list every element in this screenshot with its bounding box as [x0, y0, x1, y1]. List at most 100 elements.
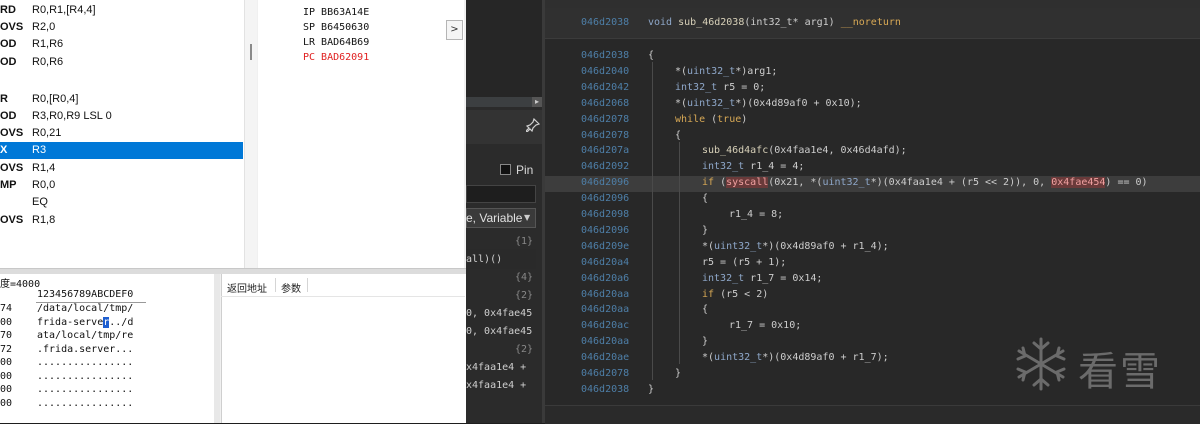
code-line[interactable]: r1_7 = 0x10;	[729, 318, 801, 334]
code-address[interactable]: 046d2078	[581, 366, 629, 382]
code-address[interactable]: 046d20aa	[581, 302, 629, 318]
code-address[interactable]: 046d2042	[581, 80, 629, 96]
code-address[interactable]: 046d2092	[581, 159, 629, 175]
watermark-text: 看雪	[1078, 349, 1162, 395]
register-name: PC	[303, 52, 316, 63]
code-line[interactable]: }	[675, 366, 681, 382]
code-address[interactable]: 046d2038	[581, 382, 629, 398]
memory-scrollbar[interactable]	[214, 274, 220, 423]
register-lr[interactable]: LR BAD64B69	[303, 37, 369, 48]
column-return-address[interactable]: 返回地址	[227, 280, 267, 295]
function-header-address[interactable]: 046d2038	[581, 15, 629, 31]
side-xref-count: {2}	[515, 344, 534, 355]
code-address[interactable]: 046d20a6	[581, 271, 629, 287]
syscall-highlight[interactable]: syscall	[726, 177, 769, 189]
register-pc[interactable]: PC BAD62091	[303, 52, 369, 63]
code-line[interactable]: int32_t r5 = 0;	[675, 80, 765, 96]
disasm-row[interactable]: RD R0,R1,[R4,4]	[0, 2, 243, 19]
code-address[interactable]: 046d2078	[581, 128, 629, 144]
code-address[interactable]: 046d20ae	[581, 350, 629, 366]
disasm-operands: R1,8	[32, 214, 56, 226]
filter-input[interactable]	[466, 185, 536, 203]
memory-ascii[interactable]: ................	[37, 357, 133, 368]
function-name[interactable]: sub_46d2038	[678, 17, 744, 28]
pin-icon[interactable]	[525, 117, 541, 134]
disasm-row[interactable]: OVS R1,4	[0, 160, 243, 177]
disasm-row[interactable]: R R0,[R0,4]	[0, 91, 243, 108]
memory-address: 72	[0, 343, 13, 355]
code-address[interactable]: 046d20aa	[581, 334, 629, 350]
code-line[interactable]: *(uint32_t*)(0x4d89af0 + r1_4);	[702, 239, 889, 255]
code-line[interactable]: int32_t r1_4 = 4;	[702, 159, 804, 175]
code-address[interactable]: 046d2098	[581, 207, 629, 223]
code-line[interactable]: sub_46d4afc(0x4faa1e4, 0x46d4afd);	[702, 143, 907, 159]
code-line[interactable]: r1_4 = 8;	[729, 207, 783, 223]
register-ip[interactable]: IP BB63A14E	[303, 7, 369, 18]
disasm-mnemonic: OD	[0, 38, 17, 50]
code-line[interactable]: *(uint32_t*)(0x4d89af0 + r1_7);	[702, 350, 889, 366]
disasm-row[interactable]: OVS R1,8	[0, 212, 243, 229]
scrollbar-thumb[interactable]	[250, 44, 252, 60]
column-params[interactable]: 参数	[281, 280, 301, 295]
memory-hex-pane[interactable]: 度=4000 123456789ABCDEF0 74/data/local/tm…	[0, 274, 214, 423]
scroll-right-arrow-icon[interactable]: ▸	[532, 97, 542, 107]
side-code-fragment: x4faa1e4 +	[466, 380, 527, 391]
code-line[interactable]: {	[702, 191, 708, 207]
disasm-row[interactable]: OVS R2,0	[0, 19, 243, 36]
indent-guide	[679, 142, 680, 364]
memory-ascii[interactable]: ................	[37, 398, 133, 409]
code-line[interactable]: r5 = (r5 + 1);	[702, 255, 786, 271]
disasm-row[interactable]	[0, 74, 243, 91]
memory-ascii[interactable]: ................	[37, 384, 133, 395]
register-value: B6450630	[321, 22, 370, 33]
code-line[interactable]: {	[702, 302, 708, 318]
disasm-row[interactable]: MP R0,0	[0, 177, 243, 194]
memory-ascii[interactable]: ................	[37, 371, 133, 382]
code-address[interactable]: 046d2068	[581, 96, 629, 112]
disasm-mnemonic: OVS	[0, 127, 24, 139]
memory-ascii[interactable]: ata/local/tmp/re	[37, 330, 133, 341]
disasm-row[interactable]: OD R3,R0,R9 LSL 0	[0, 108, 243, 125]
disasm-row[interactable]: OD R0,R6	[0, 54, 243, 71]
disasm-row[interactable]: X R3	[0, 142, 243, 159]
disassembly-pane[interactable]: RD R0,R1,[R4,4] OVS R2,0 OD R1,R6 OD R0,R6 R R0,[…	[0, 0, 257, 268]
memory-ascii[interactable]: /data/local/tmp/	[37, 303, 133, 314]
code-line[interactable]: if (r5 < 2)	[702, 287, 768, 303]
code-address[interactable]: 046d20a4	[581, 255, 629, 271]
registers-pane[interactable]: IP BB63A14E SP B6450630 LR BAD64B69 PC BAD62091	[258, 0, 464, 268]
disasm-row[interactable]: OVS R0,21	[0, 125, 243, 142]
code-text: ) == 0)	[1105, 177, 1148, 189]
code-address[interactable]: 046d2078	[581, 112, 629, 128]
variable-type-select-value: e, Variable	[466, 211, 523, 225]
code-line[interactable]: int32_t r1_7 = 0x14;	[702, 271, 822, 287]
code-line[interactable]: while (true)	[675, 112, 747, 128]
code-address[interactable]: 046d209e	[581, 239, 629, 255]
memory-address: 00	[0, 357, 13, 368]
pin-checkbox[interactable]	[500, 164, 511, 175]
register-sp[interactable]: SP B6450630	[303, 22, 369, 33]
disassembly-scrollbar[interactable]	[244, 0, 257, 268]
address-highlight[interactable]: 0x4fae454	[1051, 177, 1106, 189]
code-address[interactable]: 046d2096	[581, 175, 629, 191]
registers-expand-button[interactable]: >	[446, 20, 463, 40]
code-address[interactable]: 046d20ac	[581, 318, 629, 334]
code-address[interactable]: 046d2038	[581, 48, 629, 64]
code-address[interactable]: 046d2096	[581, 223, 629, 239]
return-type: void	[648, 17, 673, 28]
disasm-row[interactable]: EQ	[0, 194, 243, 211]
code-line[interactable]: }	[702, 334, 708, 350]
code-address[interactable]: 046d20aa	[581, 287, 629, 303]
disasm-row[interactable]: OD R1,R6	[0, 36, 243, 53]
code-address[interactable]: 046d2040	[581, 64, 629, 80]
code-line[interactable]: *(uint32_t*)(0x4d89af0 + 0x10);	[675, 96, 862, 112]
function-signature[interactable]: void sub_46d2038(int32_t* arg1) __noretu…	[648, 15, 901, 31]
code-address[interactable]: 046d207a	[581, 143, 629, 159]
code-line[interactable]: *(uint32_t*)arg1;	[675, 64, 777, 80]
function-args: (int32_t* arg1)	[744, 17, 835, 28]
memory-ascii[interactable]: frida-server../d	[37, 316, 133, 328]
memory-ascii[interactable]: .frida.server...	[37, 344, 133, 355]
code-address[interactable]: 046d2096	[581, 191, 629, 207]
code-line[interactable]: }	[648, 382, 654, 398]
code-line[interactable]: }	[702, 223, 708, 239]
code-line-current[interactable]: if (syscall(0x21, *(uint32_t*)(0x4faa1e4…	[702, 175, 1148, 191]
